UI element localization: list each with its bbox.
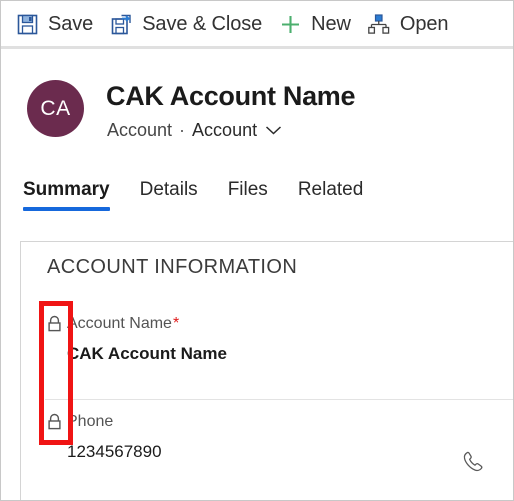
- new-button[interactable]: New: [272, 4, 361, 44]
- open-button-label: Open: [399, 13, 449, 35]
- hierarchy-icon: [367, 12, 391, 36]
- required-indicator: *: [172, 315, 180, 332]
- field-phone-label: Phone: [67, 413, 114, 430]
- account-information-card: ACCOUNT INFORMATION Account Name * CAK A…: [20, 241, 513, 500]
- lock-icon: [45, 315, 64, 334]
- save-icon: [15, 12, 39, 36]
- plus-icon: [278, 12, 302, 36]
- phone-icon[interactable]: [460, 448, 486, 474]
- avatar: CA: [27, 80, 84, 137]
- save-and-close-icon: [109, 12, 133, 36]
- tab-summary-label: Summary: [23, 179, 110, 200]
- record-header: CA CAK Account Name Account · Account: [1, 57, 513, 157]
- save-button[interactable]: Save: [9, 4, 103, 44]
- tab-related-label: Related: [297, 179, 364, 200]
- new-button-label: New: [311, 13, 351, 35]
- save-and-close-button-label: Save & Close: [142, 13, 263, 35]
- command-bar-divider: [1, 46, 513, 49]
- form-selector-label[interactable]: Account: [192, 120, 257, 141]
- tab-details-label: Details: [139, 179, 198, 200]
- field-phone-label-row: Phone: [45, 412, 500, 432]
- tab-related[interactable]: Related: [298, 176, 364, 213]
- chevron-down-icon[interactable]: [265, 125, 282, 136]
- tab-files[interactable]: Files: [228, 176, 268, 213]
- save-and-close-button[interactable]: Save & Close: [103, 4, 272, 44]
- tab-files-label: Files: [227, 179, 268, 200]
- entity-name: Account: [107, 120, 173, 140]
- lock-icon: [45, 413, 64, 432]
- field-account-name-label: Account Name: [67, 315, 172, 332]
- field-account-name: Account Name * CAK Account Name: [45, 314, 500, 364]
- section-header: ACCOUNT INFORMATION: [47, 256, 298, 278]
- open-button[interactable]: Open: [361, 4, 459, 44]
- tab-list: Summary Details Files Related: [1, 176, 513, 218]
- record-subtitle: Account · Account: [107, 120, 282, 141]
- field-phone-value[interactable]: 1234567890: [67, 442, 500, 462]
- field-account-name-value[interactable]: CAK Account Name: [67, 344, 500, 364]
- field-phone: Phone 1234567890: [45, 412, 500, 471]
- tab-summary[interactable]: Summary: [23, 176, 110, 213]
- subtitle-separator: ·: [179, 120, 186, 140]
- save-button-label: Save: [48, 13, 94, 35]
- command-bar: Save Save & Close New Open: [1, 1, 513, 47]
- tab-details[interactable]: Details: [140, 176, 198, 213]
- field-divider: [45, 399, 513, 400]
- avatar-initials: CA: [40, 96, 71, 120]
- page-title: CAK Account Name: [106, 81, 356, 111]
- field-account-name-label-row: Account Name *: [45, 314, 500, 334]
- account-form-window: Save Save & Close New Open CA CAK Accoun…: [0, 0, 514, 501]
